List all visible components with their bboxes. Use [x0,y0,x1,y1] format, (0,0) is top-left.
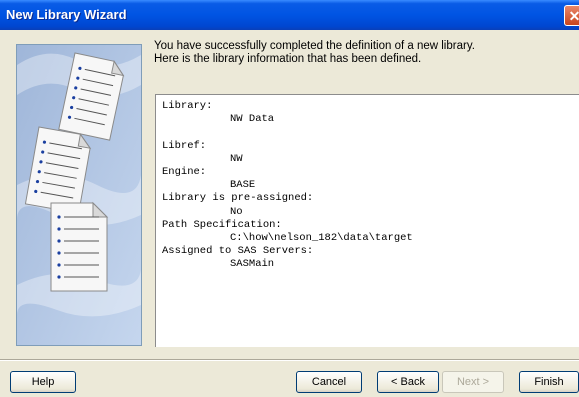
next-button[interactable]: Next > [442,371,504,393]
description-line-1: You have successfully completed the defi… [154,40,475,52]
cancel-button[interactable]: Cancel [296,371,362,393]
wizard-side-image [16,44,142,346]
library-summary-lines: Library: NW Data Libref: NW Engine: BASE Libra… [162,100,413,271]
summary-label [162,126,413,139]
summary-value: No [230,205,243,218]
wizard-description: You have successfully completed the defi… [154,40,574,66]
window-title: New Library Wizard [6,7,127,22]
button-separator [0,359,579,361]
close-icon[interactable]: ✕ [564,5,579,26]
description-line-2: Here is the library information that has… [154,53,422,65]
summary-value: BASE [230,179,256,192]
summary-label: Assigned to SAS Servers: [162,245,314,258]
summary-label: Libref: [162,139,207,152]
summary-label: Library: [162,100,213,112]
summary-label: Path Specification: [162,218,282,231]
summary-value: SASMain [230,258,275,271]
summary-label: Engine: [162,165,207,178]
finish-button[interactable]: Finish [519,371,579,393]
title-bar: New Library Wizard ✕ [0,0,579,30]
summary-label: Library is pre-assigned: [162,192,314,205]
summary-value: C:\how\nelson_182\data\target [230,231,413,244]
help-button[interactable]: Help [10,371,76,393]
summary-value: NW Data [230,113,275,126]
summary-value: NW [230,152,243,165]
library-summary-textarea[interactable]: Library: NW Data Libref: NW Engine: BASE Libra… [155,94,579,347]
documents-illustration-icon [17,45,141,345]
back-button[interactable]: < Back [377,371,439,393]
